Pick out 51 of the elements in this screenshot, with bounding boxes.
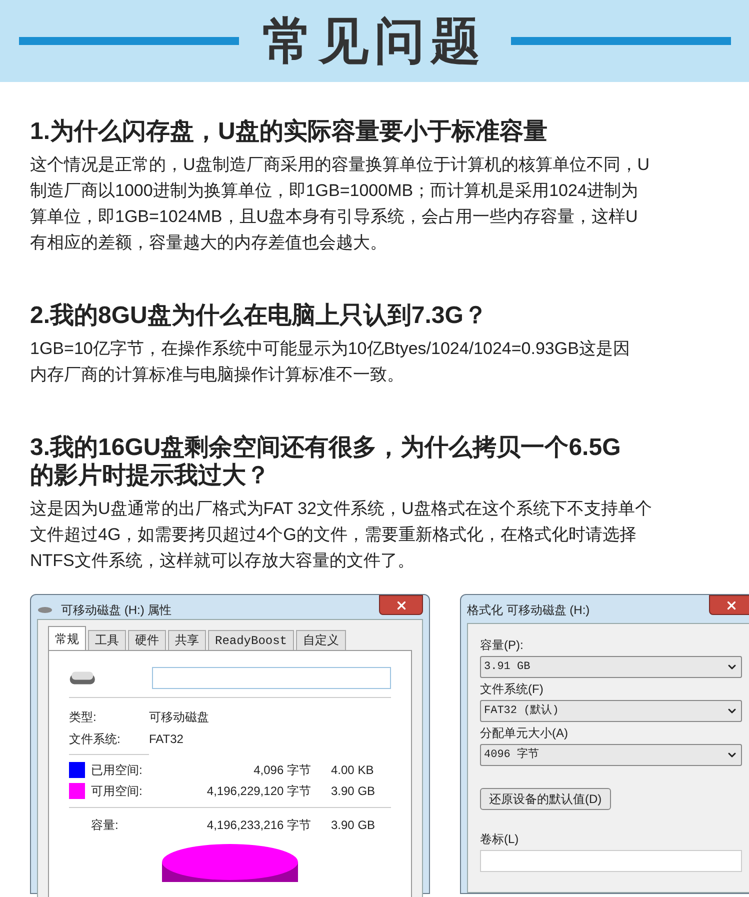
- drive-icon: [69, 669, 96, 687]
- tab[interactable]: 共享: [168, 630, 206, 650]
- field-label: 容量(P):: [480, 637, 524, 654]
- space-bytes: 4,196,229,120 字节: [206, 782, 311, 800]
- space-label: 已用空间:: [91, 762, 144, 778]
- space-label: 可用空间:: [91, 782, 144, 800]
- volume-label-field[interactable]: [480, 850, 742, 872]
- answer-line: 算单位，即1GB=1024MB，且U盘本身有引导系统，会占用一些内存容量，这样U: [30, 206, 638, 228]
- tab[interactable]: 常规: [48, 626, 86, 650]
- field-label: 文件系统(F): [480, 681, 544, 698]
- space-size: 4.00 KB: [331, 762, 374, 778]
- close-icon: [724, 598, 738, 612]
- answer-line: 文件超过4G，如需要拷贝超过4个G的文件，需要重新格式化，在格式化时请选择: [30, 524, 636, 546]
- question-title: 3.我的16GU盘剩余空间还有很多，为什么拷贝一个6.5G: [30, 434, 621, 462]
- dropdown[interactable]: FAT32 (默认): [480, 700, 742, 722]
- dropdown[interactable]: 3.91 GB: [480, 656, 742, 678]
- info-value: FAT32: [149, 731, 184, 748]
- answer-line: 有相应的差额，容量越大的内存差值也会越大。: [30, 232, 387, 254]
- answer-line: 这是因为U盘通常的出厂格式为FAT 32文件系统，U盘格式在这个系统下不支持单个: [30, 498, 652, 520]
- page-title: 常见问题: [262, 16, 486, 66]
- field-label: 卷标(L): [480, 831, 520, 848]
- tab[interactable]: 硬件: [128, 630, 166, 650]
- info-label: 类型:: [69, 709, 98, 726]
- drive-icon: [37, 606, 53, 614]
- drive-name-field[interactable]: [152, 667, 391, 689]
- close-button[interactable]: [379, 595, 423, 615]
- answer-line: 这个情况是正常的，U盘制造厂商采用的容量换算单位于计算机的核算单位不同，U: [30, 154, 650, 176]
- answer-line: 制造厂商以1000进制为换算单位，即1GB=1000MB；而计算机是采用1024进制为: [30, 180, 638, 202]
- restore-defaults-button[interactable]: 还原设备的默认值(D): [480, 788, 611, 810]
- capacity-bytes: 4,196,233,216 字节: [206, 817, 311, 834]
- capacity-size: 3.90 GB: [331, 817, 376, 834]
- window-title: 格式化 可移动磁盘 (H:): [467, 602, 590, 619]
- close-icon: [394, 598, 408, 612]
- question-title: 的影片时提示我过大？: [30, 462, 270, 490]
- answer-line: 1GB=10亿字节，在操作系统中可能显示为10亿Btyes/1024/1024=0.93GB这是因: [30, 338, 630, 360]
- question-title: 2.我的8GU盘为什么在电脑上只认到7.3G？: [30, 302, 488, 330]
- close-button[interactable]: [709, 595, 749, 615]
- tab[interactable]: ReadyBoost: [208, 630, 294, 650]
- window-title: 可移动磁盘 (H:) 属性: [61, 602, 172, 619]
- dropdown[interactable]: 4096 字节: [480, 744, 742, 766]
- answer-line: 内存厂商的计算标准与电脑操作计算标准不一致。: [30, 364, 404, 386]
- info-value: 可移动磁盘: [149, 709, 209, 726]
- field-label: 分配单元大小(A): [480, 725, 569, 742]
- space-size: 3.90 GB: [331, 782, 376, 800]
- space-bytes: 4,096 字节: [252, 762, 311, 778]
- question-title: 1.为什么闪存盘，U盘的实际容量要小于标准容量: [30, 118, 548, 146]
- capacity-label: 容量:: [90, 817, 120, 834]
- info-label: 文件系统:: [69, 731, 122, 748]
- tab[interactable]: 工具: [88, 630, 126, 650]
- answer-line: NTFS文件系统，这样就可以存放大容量的文件了。: [30, 550, 414, 572]
- tab[interactable]: 自定义: [296, 630, 346, 650]
